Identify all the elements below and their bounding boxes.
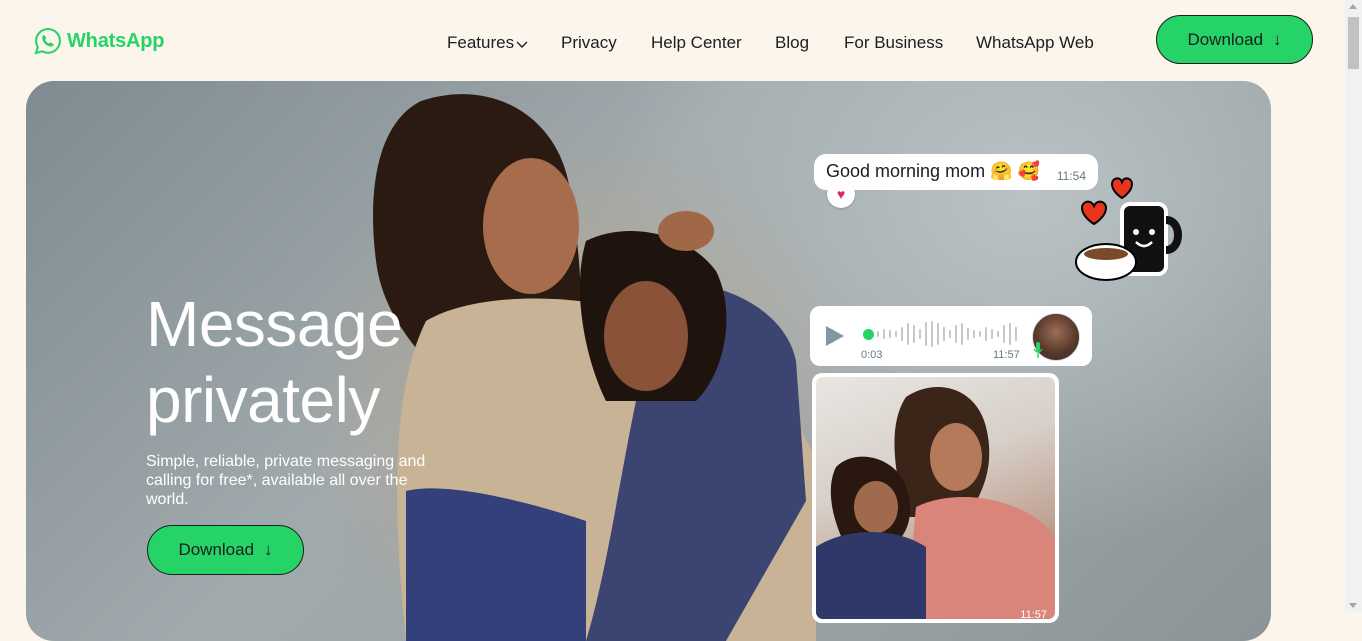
scroll-down-icon[interactable] xyxy=(1349,603,1357,608)
scroll-up-icon[interactable] xyxy=(1349,4,1357,9)
download-arrow-icon: ↓ xyxy=(1273,29,1282,49)
hero-title-line2: privately xyxy=(146,364,380,436)
hero-download-label: Download xyxy=(178,540,255,559)
photo-time: 11:57 xyxy=(1020,609,1047,619)
hero-download-button[interactable]: Download ↓ xyxy=(147,525,304,575)
waveform xyxy=(877,321,1017,347)
page-scrollbar[interactable] xyxy=(1345,0,1362,612)
header-download-button[interactable]: Download ↓ xyxy=(1156,15,1313,64)
shared-photo-image xyxy=(816,387,1055,619)
voice-time: 11:57 xyxy=(993,349,1020,361)
chevron-down-icon xyxy=(516,41,528,48)
coffee-mugs-sticker xyxy=(1075,177,1182,281)
voice-message-bubble: 0:03 11:57 xyxy=(810,306,1092,366)
hero-title: Message privately xyxy=(146,286,566,438)
download-arrow-icon: ↓ xyxy=(264,540,273,559)
hero-title-line1: Message xyxy=(146,288,403,360)
whatsapp-logo[interactable]: WhatsApp xyxy=(33,26,164,56)
nav-features-label: Features xyxy=(447,33,515,52)
scrollbar-thumb[interactable] xyxy=(1348,17,1359,69)
microphone-icon xyxy=(1033,342,1043,358)
nav-features[interactable]: Features xyxy=(447,33,528,53)
playback-position-dot[interactable] xyxy=(863,329,874,340)
shared-photo[interactable]: 11:57 xyxy=(816,377,1055,619)
hero-subtitle: Simple, reliable, private messaging and … xyxy=(146,453,426,508)
heart-reaction-icon: ♥ xyxy=(827,180,855,208)
nav-for-business[interactable]: For Business xyxy=(844,33,943,53)
nav-blog[interactable]: Blog xyxy=(775,33,809,53)
nav-whatsapp-web[interactable]: WhatsApp Web xyxy=(976,33,1094,53)
brand-name: WhatsApp xyxy=(67,29,165,52)
message-text: Good morning mom 🤗 🥰 xyxy=(826,161,1040,181)
nav-privacy[interactable]: Privacy xyxy=(561,33,617,53)
voice-elapsed: 0:03 xyxy=(861,349,883,361)
header-download-label: Download xyxy=(1187,29,1264,49)
text-message-bubble: Good morning mom 🤗 🥰 11:54 xyxy=(814,154,1098,190)
nav-help-center[interactable]: Help Center xyxy=(651,33,742,53)
whatsapp-icon xyxy=(34,27,61,55)
play-icon[interactable] xyxy=(826,326,844,346)
photo-message-bubble: 11:57 xyxy=(812,373,1059,623)
